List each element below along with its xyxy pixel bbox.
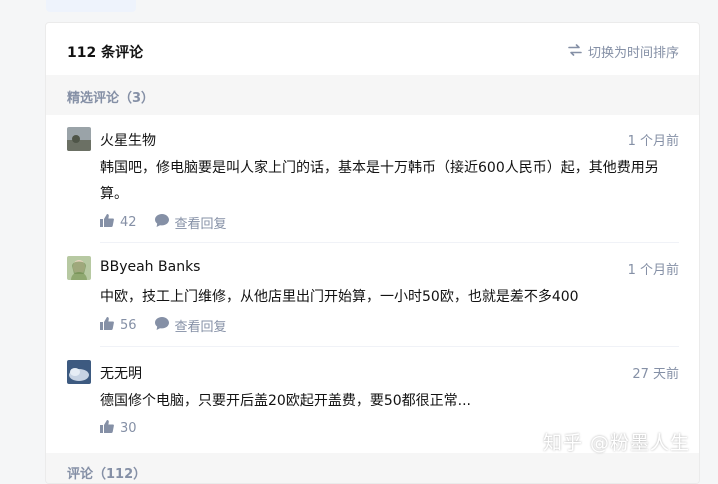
chat-bubble-icon — [154, 317, 169, 334]
comments-count-title: 112 条评论 — [67, 45, 144, 61]
comment-divider — [100, 242, 679, 243]
comment-actions: 42 查看回复 — [100, 213, 227, 232]
comment-item: 火星生物 1 个月前 韩国吧，修电脑要是叫人家上门的话，基本是十万韩币（接近60… — [67, 127, 679, 239]
active-tab-remnant[interactable] — [46, 0, 136, 12]
sort-toggle-button[interactable]: 切换为时间排序 — [568, 42, 679, 61]
top-toolbar — [0, 0, 718, 14]
comment-author[interactable]: BByeah Banks — [100, 259, 200, 275]
comment-content: 德国修个电脑，只要开后盖20欧起开盖费，要50都很正常... — [100, 393, 471, 409]
like-count: 56 — [120, 318, 137, 333]
like-count: 30 — [120, 421, 137, 436]
thumbs-up-icon — [100, 420, 114, 437]
like-count: 42 — [120, 215, 137, 230]
thumbs-up-icon — [100, 214, 114, 231]
like-button[interactable]: 30 — [100, 420, 137, 437]
comment-time: 1 个月前 — [627, 263, 679, 278]
swap-arrows-icon — [568, 43, 582, 60]
featured-comments-bar: 精选评论（3） — [46, 75, 699, 115]
avatar[interactable] — [67, 360, 91, 384]
all-comments-label: 评论（112） — [67, 467, 147, 482]
comment-author[interactable]: 火星生物 — [100, 130, 156, 150]
comment-time: 1 个月前 — [627, 134, 679, 149]
comment-time: 27 天前 — [632, 367, 679, 382]
comment-actions: 56 查看回复 — [100, 316, 227, 335]
comment-author[interactable]: 无无明 — [100, 363, 142, 383]
like-button[interactable]: 42 — [100, 214, 137, 231]
view-replies-label: 查看回复 — [174, 217, 227, 232]
view-replies-label: 查看回复 — [174, 320, 227, 335]
comment-content: 韩国吧，修电脑要是叫人家上门的话，基本是十万韩币（接近600人民币）起，其他费用… — [100, 160, 659, 202]
sort-toggle-label: 切换为时间排序 — [587, 46, 679, 61]
chat-bubble-icon — [154, 214, 169, 231]
comments-header: 112 条评论 切换为时间排序 — [46, 23, 699, 75]
watermark: 知乎 @粉墨人生 — [543, 432, 691, 454]
comment-actions: 30 — [100, 420, 137, 437]
comment-divider — [100, 346, 679, 347]
comment-item: BByeah Banks 1 个月前 中欧，技工上门维修，从他店里出门开始算，一… — [67, 256, 679, 342]
comments-card: 112 条评论 切换为时间排序 精选评论（3） 火星生物 1 个月前 韩国吧，修… — [45, 22, 700, 484]
like-button[interactable]: 56 — [100, 317, 137, 334]
thumbs-up-icon — [100, 317, 114, 334]
avatar[interactable] — [67, 127, 91, 151]
view-replies-button[interactable]: 查看回复 — [154, 213, 227, 232]
avatar[interactable] — [67, 256, 91, 280]
view-replies-button[interactable]: 查看回复 — [154, 316, 227, 335]
featured-comments-label: 精选评论（3） — [67, 91, 155, 106]
comment-content: 中欧，技工上门维修，从他店里出门开始算，一小时50欧，也就是差不多400 — [100, 289, 579, 305]
all-comments-bar: 评论（112） — [46, 453, 699, 483]
